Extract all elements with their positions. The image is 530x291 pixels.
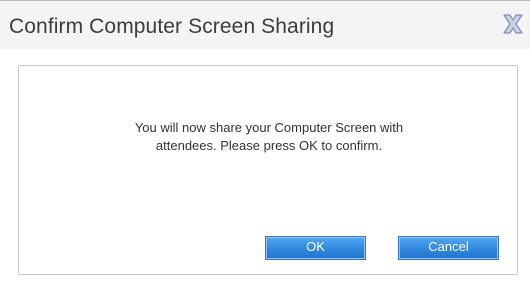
- close-icon[interactable]: [502, 13, 524, 35]
- confirmation-message: You will now share your Computer Screen …: [19, 119, 519, 155]
- close-x-icon: [503, 14, 523, 34]
- confirm-screen-sharing-dialog: Confirm Computer Screen Sharing You will…: [0, 0, 530, 291]
- cancel-button[interactable]: Cancel: [398, 236, 499, 260]
- message-line-1: You will now share your Computer Screen …: [134, 120, 404, 135]
- message-line-2: attendees. Please press OK to confirm.: [155, 138, 383, 153]
- dialog-titlebar: Confirm Computer Screen Sharing: [0, 0, 530, 49]
- dialog-content: You will now share your Computer Screen …: [18, 65, 518, 275]
- ok-button[interactable]: OK: [265, 236, 366, 260]
- dialog-title: Confirm Computer Screen Sharing: [9, 15, 335, 38]
